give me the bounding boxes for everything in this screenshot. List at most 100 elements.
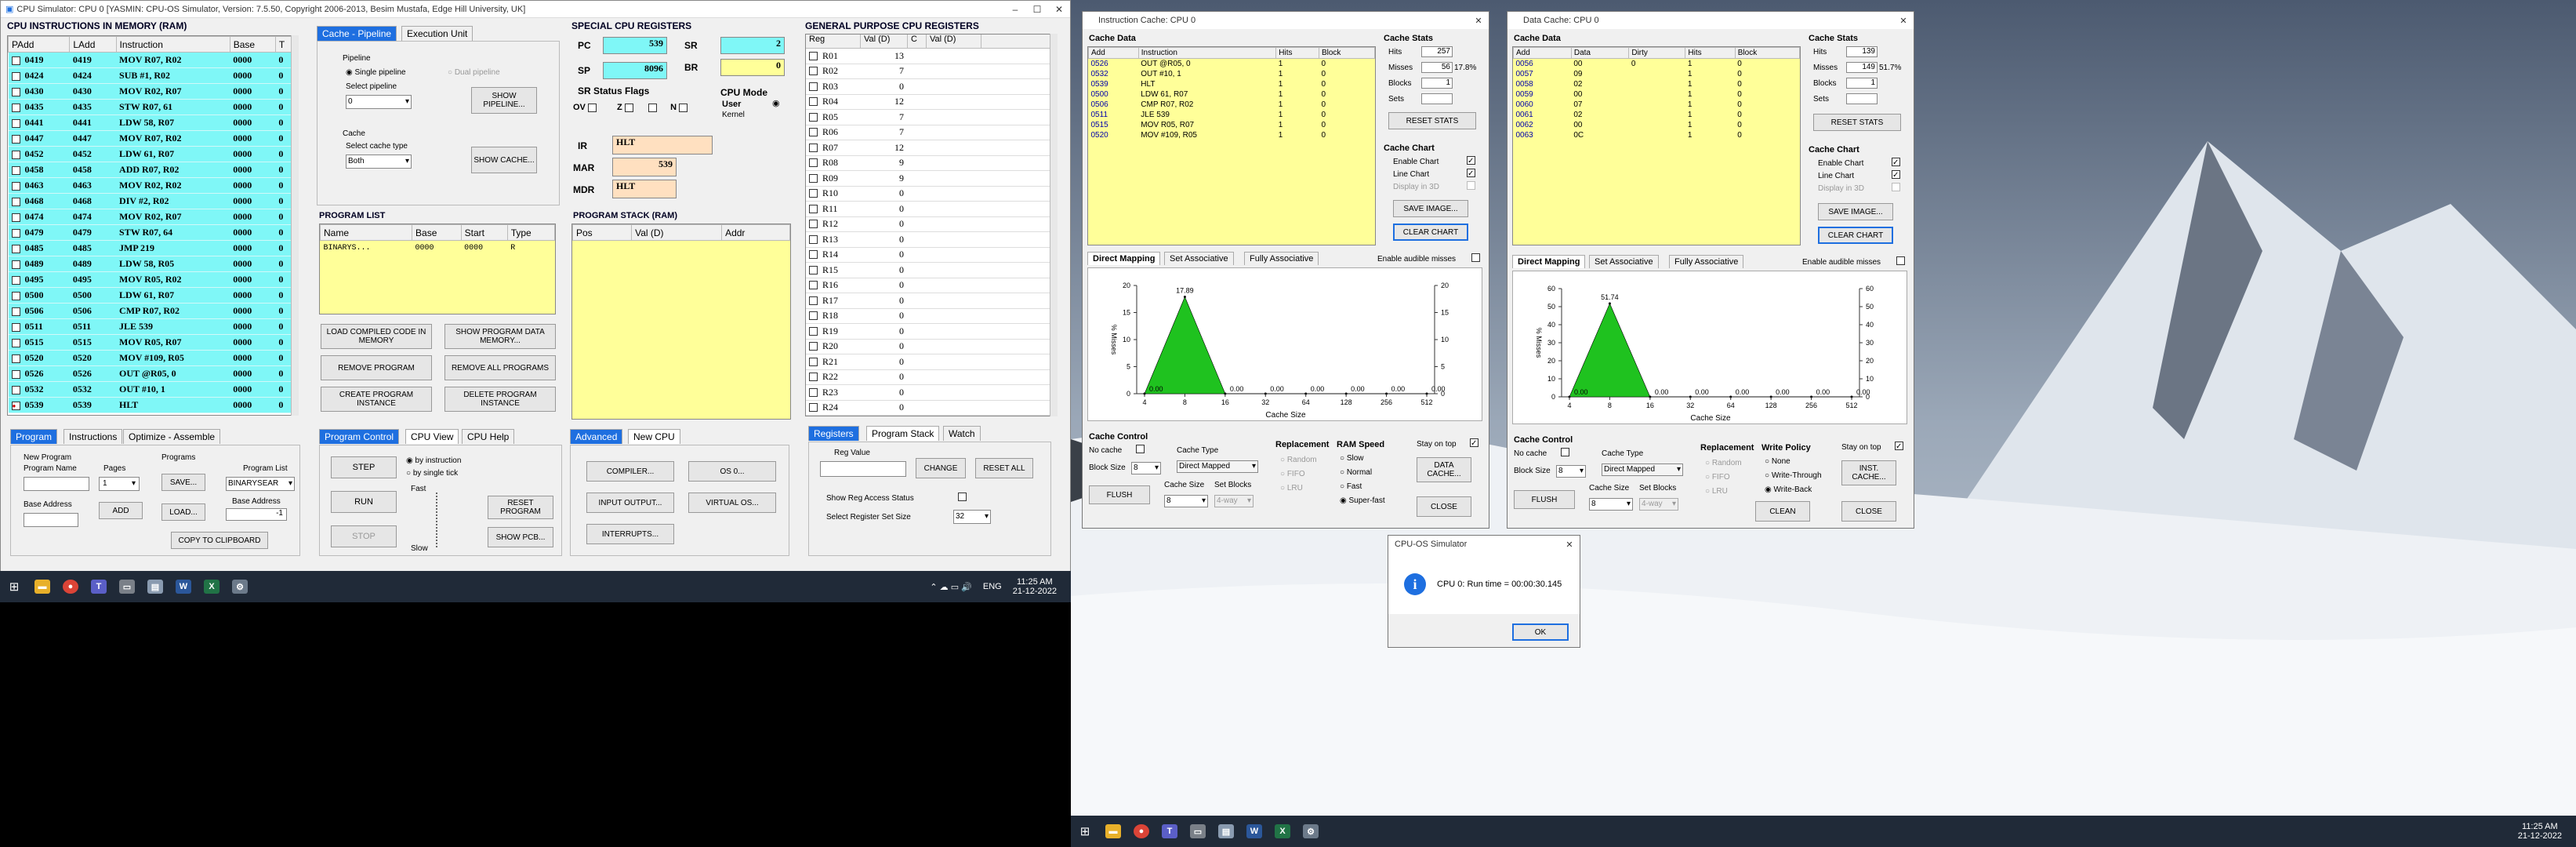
dcache-no-cache-checkbox[interactable]	[1561, 448, 1569, 456]
table-row[interactable]: 0419 0419 MOV R07, R02 0000 0	[8, 52, 296, 68]
table-row[interactable]: R09 9	[806, 171, 1055, 187]
row-checkbox[interactable]	[11, 291, 20, 300]
table-row[interactable]: 0424 0424 SUB #1, R02 0000 0	[8, 67, 296, 84]
reg-checkbox[interactable]	[809, 112, 818, 122]
copy-to-clipboard-button[interactable]: COPY TO CLIPBOARD	[171, 532, 268, 549]
table-row[interactable]: 0063 0C 1 0	[1514, 130, 1800, 140]
table-row[interactable]: R14 0	[806, 248, 1055, 263]
settings-app-icon[interactable]: ⚙	[1297, 816, 1325, 847]
create-program-instance-button[interactable]: CREATE PROGRAM INSTANCE	[321, 387, 432, 412]
speed-slider[interactable]	[436, 493, 439, 547]
show-reg-access-checkbox[interactable]	[958, 493, 967, 501]
reg-checkbox[interactable]	[809, 296, 818, 305]
dcache-policy-write-through[interactable]: ○ Write-Through	[1765, 471, 1822, 480]
icache-audible-checkbox[interactable]	[1471, 253, 1480, 262]
reg-checkbox[interactable]	[809, 387, 818, 397]
table-row[interactable]: 0532 0532 OUT #10, 1 0000 0	[8, 381, 296, 398]
table-row[interactable]: 0058 02 1 0	[1514, 79, 1800, 89]
table-row[interactable]: R12 0	[806, 217, 1055, 232]
program-name-input[interactable]	[24, 477, 89, 491]
dcache-set-blocks-select[interactable]: 4-way ▾	[1639, 498, 1678, 511]
show-program-data-memory-button[interactable]: SHOW PROGRAM DATA MEMORY...	[444, 324, 556, 349]
table-row[interactable]: R17 0	[806, 293, 1055, 309]
dcache-repl-lru[interactable]: ○ LRU	[1705, 487, 1728, 496]
table-row[interactable]: R08 9	[806, 156, 1055, 171]
reset-all-button[interactable]: RESET ALL	[975, 458, 1033, 478]
row-checkbox[interactable]	[11, 307, 20, 316]
reg-checkbox[interactable]	[809, 128, 818, 137]
dual-pipeline-radio[interactable]: ○ Dual pipeline	[448, 68, 500, 77]
interrupts-button[interactable]: INTERRUPTS...	[586, 524, 674, 544]
row-checkbox[interactable]	[11, 56, 20, 65]
icache-flush-button[interactable]: FLUSH	[1089, 485, 1150, 504]
icache-block-size-select[interactable]: 8 ▾	[1131, 462, 1161, 474]
row-checkbox[interactable]	[11, 165, 20, 175]
table-row[interactable]: R01 13	[806, 49, 1055, 64]
reg-checkbox[interactable]	[809, 281, 818, 290]
flag-ov-checkbox[interactable]	[587, 103, 597, 112]
row-checkbox[interactable]	[11, 87, 20, 96]
tab-instructions[interactable]: Instructions	[63, 429, 123, 444]
show-cache-button[interactable]: SHOW CACHE...	[471, 147, 537, 173]
table-row[interactable]: 0435 0435 STW R07, 61 0000 0	[8, 99, 296, 115]
icache-speed-slow[interactable]: ○ Slow	[1340, 454, 1364, 463]
table-row[interactable]: R10 0	[806, 187, 1055, 202]
table-row[interactable]: 0500 LDW 61, R07 1 0	[1089, 89, 1375, 100]
by-instruction-radio[interactable]: ◉ by instruction	[406, 456, 461, 465]
show-pipeline-button[interactable]: SHOW PIPELINE...	[471, 87, 537, 114]
simulator-icon[interactable]: ▭	[1184, 816, 1212, 847]
reg-checkbox[interactable]	[809, 51, 818, 60]
dcache-tab-set-assoc[interactable]: Set Associative	[1589, 255, 1659, 268]
dcache-audible-checkbox[interactable]	[1896, 256, 1905, 265]
row-checkbox[interactable]	[11, 385, 20, 394]
tab-advanced[interactable]: Advanced	[570, 429, 623, 444]
row-checkbox[interactable]	[11, 71, 20, 81]
tab-new-cpu[interactable]: New CPU	[628, 429, 680, 444]
table-row[interactable]: R05 7	[806, 110, 1055, 125]
reg-checkbox[interactable]	[809, 326, 818, 336]
row-checkbox[interactable]	[11, 150, 20, 159]
table-row[interactable]: 0515 0515 MOV R05, R07 0000 0	[8, 334, 296, 351]
table-row[interactable]: 0061 02 1 0	[1514, 110, 1800, 120]
reg-checkbox[interactable]	[809, 403, 818, 413]
row-checkbox[interactable]	[11, 322, 20, 332]
clock[interactable]: 11:25 AM 21-12-2022	[2518, 822, 2562, 841]
icache-speed-superfast[interactable]: ◉ Super-fast	[1340, 496, 1385, 505]
windows-start-icon[interactable]: ⊞	[0, 571, 28, 602]
instr-scrollbar[interactable]	[291, 35, 299, 416]
dcache-clear-chart-button[interactable]: CLEAR CHART	[1818, 227, 1893, 244]
maximize-icon[interactable]: ☐	[1026, 4, 1048, 15]
table-row[interactable]: 0500 0500 LDW 61, R07 0000 0	[8, 287, 296, 304]
tab-program-stack[interactable]: Program Stack	[866, 426, 940, 441]
icache-repl-lru[interactable]: ○ LRU	[1280, 484, 1303, 493]
icache-enable-chart-checkbox[interactable]: ✓	[1467, 156, 1475, 165]
load-button[interactable]: LOAD...	[161, 503, 205, 521]
table-row[interactable]: R24 0	[806, 401, 1055, 416]
reg-checkbox[interactable]	[809, 189, 818, 198]
tab-execution-unit[interactable]: Execution Unit	[401, 26, 473, 41]
pipeline-select[interactable]: 0 ▾	[346, 95, 412, 109]
dcache-repl-fifo[interactable]: ○ FIFO	[1705, 473, 1730, 482]
stop-button[interactable]: STOP	[331, 525, 397, 547]
dcache-3d-checkbox[interactable]	[1892, 183, 1900, 191]
program-list-select[interactable]: BINARYSEAR ▾	[226, 477, 295, 491]
table-row[interactable]: R19 0	[806, 324, 1055, 340]
table-row[interactable]: R06 7	[806, 125, 1055, 140]
dcache-cache-size-select[interactable]: 8 ▾	[1589, 498, 1633, 511]
flag-c-checkbox[interactable]	[648, 103, 657, 112]
row-checkbox[interactable]	[11, 369, 20, 379]
language-indicator[interactable]: ENG	[983, 582, 1002, 591]
table-row[interactable]: 0062 00 1 0	[1514, 120, 1800, 130]
word-icon[interactable]: W	[169, 571, 198, 602]
virtual-os-button[interactable]: VIRTUAL OS...	[688, 493, 776, 513]
icache-reset-stats-button[interactable]: RESET STATS	[1388, 112, 1476, 129]
table-row[interactable]: R11 0	[806, 202, 1055, 217]
dcache-save-image-button[interactable]: SAVE IMAGE...	[1818, 203, 1893, 220]
icache-tab-fully-assoc[interactable]: Fully Associative	[1244, 252, 1319, 265]
icache-3d-checkbox[interactable]	[1467, 181, 1475, 190]
tab-cpu-help[interactable]: CPU Help	[462, 429, 515, 444]
dcache-enable-chart-checkbox[interactable]: ✓	[1892, 158, 1900, 167]
table-row[interactable]: 0056 00 0 1 0	[1514, 59, 1800, 69]
base-address-input[interactable]	[24, 513, 78, 527]
tab-program-control[interactable]: Program Control	[319, 429, 400, 444]
